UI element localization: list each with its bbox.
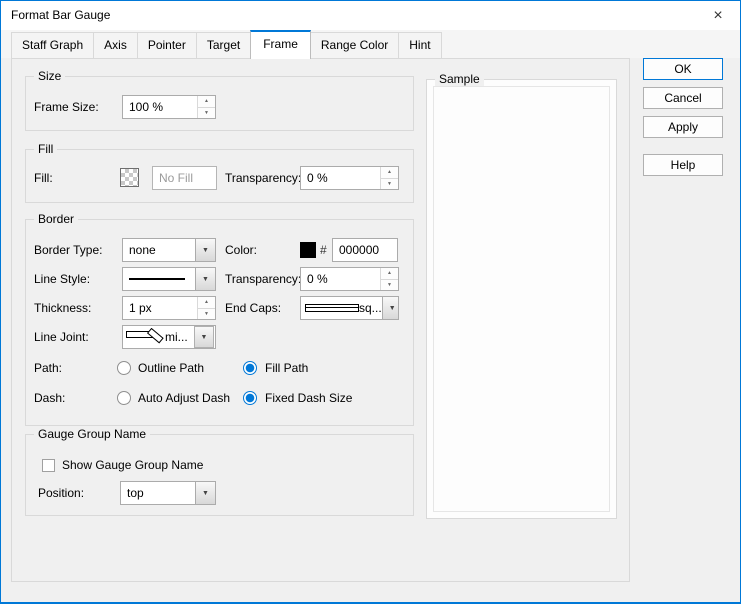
end-caps-label: End Caps: (225, 296, 281, 320)
thickness-label: Thickness: (34, 296, 91, 320)
sample-preview-area (433, 86, 610, 512)
spin-up-button[interactable]: ▲ (381, 268, 398, 279)
tab-hint[interactable]: Hint (398, 32, 441, 58)
fill-transparency-value: 0 % (307, 171, 328, 185)
spin-up-button[interactable]: ▲ (198, 96, 215, 107)
border-transparency-value: 0 % (307, 272, 328, 286)
fill-group-title: Fill (34, 142, 57, 157)
ok-button[interactable]: OK (643, 58, 723, 80)
tab-pointer[interactable]: Pointer (137, 32, 197, 58)
path-label: Path: (34, 356, 62, 380)
radio-fixed-dash-size-label[interactable]: Fixed Dash Size (265, 386, 352, 410)
line-style-label: Line Style: (34, 267, 90, 291)
show-gauge-group-name-label[interactable]: Show Gauge Group Name (62, 453, 203, 477)
frame-size-value: 100 % (129, 100, 163, 114)
end-caps-preview (305, 304, 359, 312)
spin-down-button[interactable]: ▼ (381, 279, 398, 291)
line-joint-preview (125, 328, 165, 346)
spin-down-button[interactable]: ▼ (198, 107, 215, 119)
format-bar-gauge-dialog: Format Bar Gauge × Staff Graph Axis Poin… (0, 0, 741, 604)
fill-value: No Fill (159, 171, 193, 185)
thickness-spin-buttons: ▲ ▼ (197, 297, 215, 319)
border-group-title: Border (34, 212, 78, 227)
close-button[interactable]: × (702, 3, 734, 28)
cancel-button[interactable]: Cancel (643, 87, 723, 109)
border-group: Border Border Type: none ▼ Color: # 0000… (25, 219, 414, 426)
radio-auto-adjust-dash[interactable] (117, 391, 131, 405)
tab-frame[interactable]: Frame (250, 30, 311, 59)
fill-value-field[interactable]: No Fill (152, 166, 217, 190)
titlebar: Format Bar Gauge × (1, 1, 740, 30)
spin-up-button[interactable]: ▲ (381, 167, 398, 178)
tab-target[interactable]: Target (196, 32, 251, 58)
window-title: Format Bar Gauge (11, 1, 110, 30)
tab-bar: Staff Graph Axis Pointer Target Frame Ra… (11, 31, 441, 59)
dropdown-arrow-icon[interactable]: ▼ (195, 239, 215, 261)
border-color-hex-input[interactable]: 000000 (332, 238, 398, 262)
dash-label: Dash: (34, 386, 65, 410)
gauge-group-name-title: Gauge Group Name (34, 427, 150, 442)
border-transparency-label: Transparency: (225, 267, 301, 291)
sample-group: Sample (426, 79, 617, 519)
dropdown-arrow-icon[interactable]: ▼ (382, 297, 399, 319)
spin-down-button[interactable]: ▼ (198, 308, 215, 320)
dropdown-arrow-icon[interactable]: ▼ (195, 268, 215, 290)
show-gauge-group-name-checkbox[interactable] (42, 459, 55, 472)
radio-fill-path-label[interactable]: Fill Path (265, 356, 308, 380)
fill-transparency-label: Transparency: (225, 166, 301, 190)
border-color-swatch[interactable] (300, 242, 316, 258)
radio-fill-path[interactable] (243, 361, 257, 375)
line-joint-value: mi... (165, 330, 188, 344)
hex-hash-symbol: # (320, 238, 327, 262)
position-dropdown[interactable]: top ▼ (120, 481, 216, 505)
line-style-preview (129, 278, 185, 280)
border-type-dropdown[interactable]: none ▼ (122, 238, 216, 262)
tab-range-color[interactable]: Range Color (310, 32, 399, 58)
radio-outline-path-label[interactable]: Outline Path (138, 356, 204, 380)
sample-group-title: Sample (435, 72, 484, 87)
radio-outline-path[interactable] (117, 361, 131, 375)
close-icon: × (713, 8, 722, 24)
frame-size-spinner[interactable]: 100 % ▲ ▼ (122, 95, 216, 119)
spin-down-button[interactable]: ▼ (381, 178, 398, 190)
fill-color-swatch[interactable] (120, 168, 139, 187)
position-value: top (127, 486, 144, 500)
position-label: Position: (38, 481, 84, 505)
line-joint-label: Line Joint: (34, 325, 89, 349)
border-color-label: Color: (225, 238, 257, 262)
fill-transparency-spinner[interactable]: 0 % ▲ ▼ (300, 166, 399, 190)
fill-label: Fill: (34, 166, 53, 190)
dropdown-arrow-icon[interactable]: ▼ (195, 482, 215, 504)
dropdown-arrow-icon[interactable]: ▼ (194, 326, 214, 348)
apply-button[interactable]: Apply (643, 116, 723, 138)
tab-axis[interactable]: Axis (93, 32, 138, 58)
frame-size-spin-buttons: ▲ ▼ (197, 96, 215, 118)
thickness-spinner[interactable]: 1 px ▲ ▼ (122, 296, 216, 320)
frame-size-label: Frame Size: (34, 95, 99, 119)
border-transparency-spinner[interactable]: 0 % ▲ ▼ (300, 267, 399, 291)
fill-group: Fill Fill: No Fill Transparency: 0 % ▲ ▼ (25, 149, 414, 203)
spin-up-button[interactable]: ▲ (198, 297, 215, 308)
size-group: Size Frame Size: 100 % ▲ ▼ (25, 76, 414, 131)
end-caps-value: sq... (359, 301, 382, 315)
fill-transparency-spin-buttons: ▲ ▼ (380, 167, 398, 189)
tab-staff-graph[interactable]: Staff Graph (11, 32, 94, 58)
line-joint-dropdown[interactable]: mi... ▼ (122, 325, 216, 349)
line-style-dropdown[interactable]: ▼ (122, 267, 216, 291)
size-group-title: Size (34, 69, 65, 84)
border-type-label: Border Type: (34, 238, 102, 262)
border-color-hex-value: 000000 (339, 243, 379, 257)
border-transparency-spin-buttons: ▲ ▼ (380, 268, 398, 290)
border-type-value: none (129, 243, 156, 257)
help-button[interactable]: Help (643, 154, 723, 176)
radio-auto-adjust-dash-label[interactable]: Auto Adjust Dash (138, 386, 230, 410)
radio-fixed-dash-size[interactable] (243, 391, 257, 405)
thickness-value: 1 px (129, 301, 152, 315)
gauge-group-name-group: Gauge Group Name Show Gauge Group Name P… (25, 434, 414, 516)
end-caps-dropdown[interactable]: sq... ▼ (300, 296, 399, 320)
